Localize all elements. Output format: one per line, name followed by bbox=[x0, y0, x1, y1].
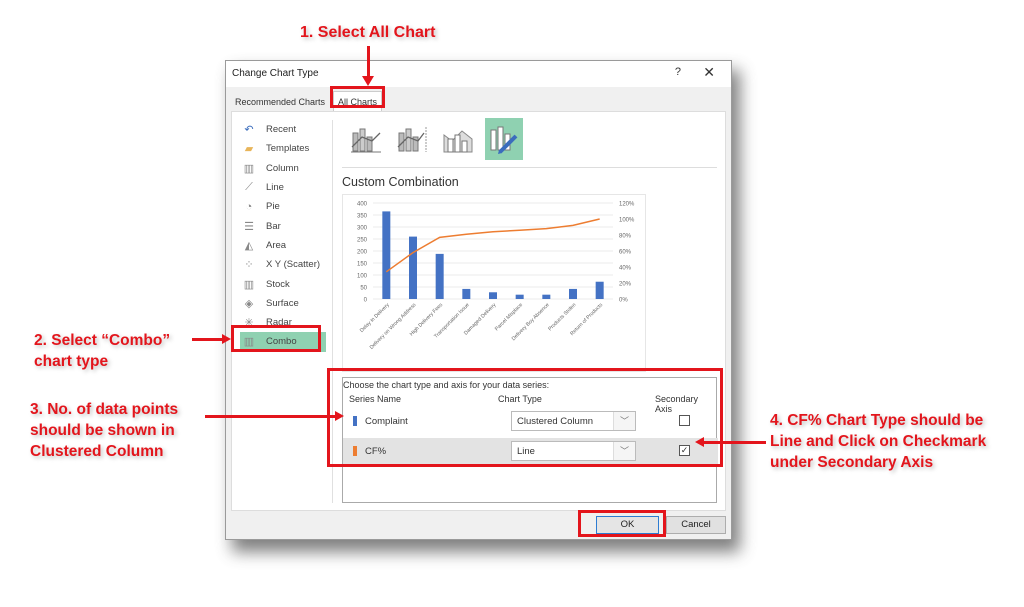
chart-type-column[interactable]: ▥ Column bbox=[240, 159, 330, 178]
y-right-tick-label: 40% bbox=[619, 266, 632, 272]
chart-type-label: Pie bbox=[266, 201, 280, 213]
arrowhead-left-icon bbox=[695, 437, 704, 447]
dialog-title: Change Chart Type bbox=[232, 68, 319, 79]
y-left-tick-label: 50 bbox=[360, 286, 367, 292]
chart-type-list: ↶ Recent ▰ Templates ▥ Column ⟋ Line ◔ Pie ☰ Bar ◭ Ar… bbox=[240, 120, 330, 352]
folder-icon: ▰ bbox=[244, 143, 254, 156]
y-right-tick-label: 120% bbox=[619, 202, 635, 208]
highlight-series-config bbox=[327, 368, 723, 467]
recent-icon: ↶ bbox=[244, 124, 254, 137]
y-left-tick-label: 400 bbox=[357, 202, 368, 208]
y-right-tick-label: 20% bbox=[619, 282, 632, 288]
clustered-column-line-secondary-icon bbox=[397, 127, 427, 152]
combo-chart: 0 50 100 150 200 250 300 350 400 0% 20% 40% 60% 80% 10… bbox=[357, 202, 635, 351]
bar-6 bbox=[542, 294, 551, 299]
chart-type-bar[interactable]: ☰ Bar bbox=[240, 216, 330, 235]
bar-8 bbox=[595, 281, 604, 299]
highlight-all-charts-tab bbox=[330, 86, 385, 108]
y-right-tick-label: 0% bbox=[619, 298, 628, 304]
combo-title: Custom Combination bbox=[342, 175, 459, 189]
chart-type-label: Surface bbox=[266, 297, 299, 309]
subtype-stacked-area-column[interactable] bbox=[439, 118, 477, 160]
subtype-clustered-column-line-secondary[interactable] bbox=[393, 118, 431, 160]
surface-chart-icon: ◈ bbox=[244, 297, 254, 310]
y-left-tick-label: 250 bbox=[357, 238, 368, 244]
chart-type-label: Recent bbox=[266, 124, 297, 136]
bar-5 bbox=[515, 294, 524, 299]
clustered-column-line-icon bbox=[351, 128, 381, 153]
arrow-step-4 bbox=[704, 441, 766, 444]
y-left-tick-label: 150 bbox=[357, 262, 368, 268]
x-tick-label: Delivery on Wrong Address bbox=[369, 302, 418, 351]
annotation-step-2: 2. Select “Combo” chart type bbox=[34, 332, 171, 370]
arrow-step-1 bbox=[367, 46, 370, 78]
stock-chart-icon: ▥ bbox=[243, 278, 255, 291]
chart-type-templates[interactable]: ▰ Templates bbox=[240, 139, 330, 158]
stacked-area-column-icon bbox=[443, 130, 473, 153]
bar-0 bbox=[382, 211, 391, 299]
chart-type-label: X Y (Scatter) bbox=[266, 259, 321, 271]
chart-type-line[interactable]: ⟋ Line bbox=[240, 178, 330, 197]
chart-type-recent[interactable]: ↶ Recent bbox=[240, 120, 330, 139]
close-button[interactable]: ✕ bbox=[703, 64, 715, 81]
chart-type-stock[interactable]: ▥ Stock bbox=[240, 274, 330, 293]
tab-recommended-charts[interactable]: Recommended Charts bbox=[231, 94, 329, 110]
bar-chart-icon: ☰ bbox=[244, 220, 254, 233]
title-bar: Change Chart Type ? ✕ bbox=[226, 61, 731, 87]
y-right-tick-label: 60% bbox=[619, 250, 632, 256]
chart-type-area[interactable]: ◭ Area bbox=[240, 236, 330, 255]
chart-type-surface[interactable]: ◈ Surface bbox=[240, 294, 330, 313]
area-chart-icon: ◭ bbox=[244, 239, 254, 252]
subtype-gallery bbox=[347, 118, 523, 162]
bar-7 bbox=[569, 288, 577, 299]
y-left-tick-label: 0 bbox=[364, 298, 368, 304]
help-button[interactable]: ? bbox=[675, 66, 681, 78]
y-left-tick-label: 350 bbox=[357, 214, 368, 220]
chart-preview: 0 50 100 150 200 250 300 350 400 0% 20% 40% 60% 80% 10… bbox=[342, 194, 646, 372]
chart-type-x-y-scatter[interactable]: ⁘ X Y (Scatter) bbox=[240, 255, 330, 274]
annotation-step-4: 4. CF% Chart Type should be Line and Cli… bbox=[770, 412, 987, 471]
y-right-tick-label: 100% bbox=[619, 218, 635, 224]
y-left-tick-label: 100 bbox=[357, 274, 368, 280]
chart-type-label: Line bbox=[266, 182, 284, 194]
y-right-tick-label: 80% bbox=[619, 234, 632, 240]
chart-type-label: Bar bbox=[266, 220, 281, 232]
arrowhead-right-icon bbox=[222, 334, 231, 344]
arrowhead-down-icon bbox=[362, 76, 374, 86]
chart-type-label: Stock bbox=[266, 278, 290, 290]
highlight-ok-button bbox=[578, 510, 666, 537]
bar-3 bbox=[462, 288, 471, 299]
bar-1 bbox=[409, 236, 417, 299]
annotation-step-1: 1. Select All Chart bbox=[300, 24, 436, 41]
arrow-step-2 bbox=[192, 338, 222, 341]
cancel-button[interactable]: Cancel bbox=[666, 516, 726, 534]
chart-type-pie[interactable]: ◔ Pie bbox=[240, 197, 330, 216]
pie-chart-icon: ◔ bbox=[245, 200, 253, 213]
chart-type-label: Templates bbox=[266, 143, 310, 155]
bar-4 bbox=[489, 292, 497, 299]
chart-type-label: Area bbox=[266, 239, 287, 251]
subtype-custom-combination[interactable] bbox=[485, 118, 523, 160]
scatter-chart-icon: ⁘ bbox=[244, 259, 254, 272]
column-chart-icon: ▥ bbox=[243, 162, 255, 175]
y-left-tick-label: 300 bbox=[357, 226, 368, 232]
custom-combination-icon bbox=[490, 126, 518, 154]
change-chart-type-dialog: Change Chart Type ? ✕ Recommended Charts… bbox=[225, 60, 732, 540]
line-chart-icon: ⟋ bbox=[245, 181, 253, 194]
y-left-tick-label: 200 bbox=[357, 250, 368, 256]
highlight-combo-type bbox=[231, 325, 321, 352]
annotation-step-3: 3. No. of data points should be shown in… bbox=[30, 401, 179, 460]
bar-2 bbox=[435, 253, 444, 299]
chart-type-label: Column bbox=[266, 162, 299, 174]
subtype-clustered-column-line[interactable] bbox=[347, 118, 385, 160]
divider bbox=[342, 167, 717, 168]
arrowhead-right-icon bbox=[335, 411, 344, 421]
arrow-step-3 bbox=[205, 415, 335, 418]
